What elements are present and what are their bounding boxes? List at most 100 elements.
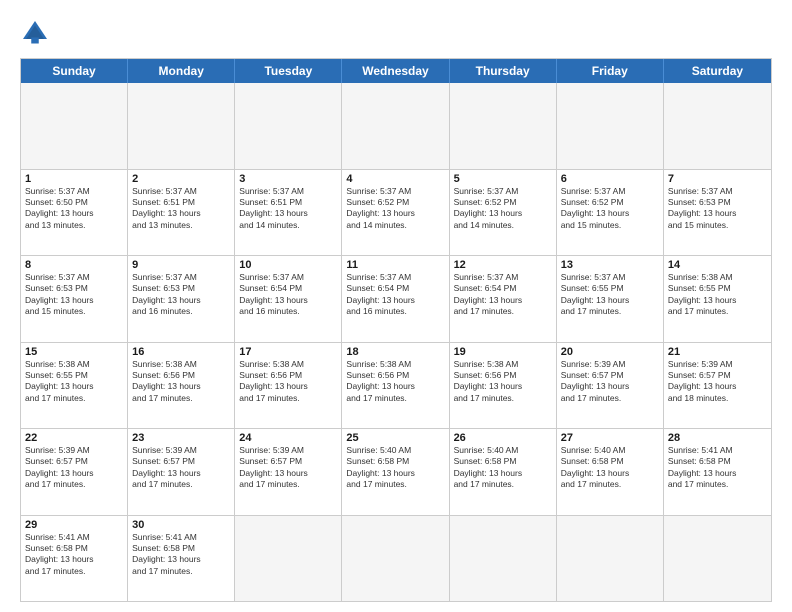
day-info: Sunrise: 5:39 AM Sunset: 6:57 PM Dayligh… (668, 359, 767, 405)
day-info: Sunrise: 5:37 AM Sunset: 6:53 PM Dayligh… (132, 272, 230, 318)
calendar-row-3: 15Sunrise: 5:38 AM Sunset: 6:55 PM Dayli… (21, 343, 771, 430)
day-number: 15 (25, 346, 123, 358)
day-info: Sunrise: 5:41 AM Sunset: 6:58 PM Dayligh… (668, 445, 767, 491)
day-info: Sunrise: 5:38 AM Sunset: 6:56 PM Dayligh… (346, 359, 444, 405)
day-info: Sunrise: 5:37 AM Sunset: 6:52 PM Dayligh… (454, 186, 552, 232)
day-number: 23 (132, 432, 230, 444)
day-info: Sunrise: 5:40 AM Sunset: 6:58 PM Dayligh… (561, 445, 659, 491)
calendar-cell: 29Sunrise: 5:41 AM Sunset: 6:58 PM Dayli… (21, 516, 128, 602)
day-number: 11 (346, 259, 444, 271)
day-number: 27 (561, 432, 659, 444)
day-header-sunday: Sunday (21, 59, 128, 83)
day-header-thursday: Thursday (450, 59, 557, 83)
calendar-cell (664, 83, 771, 169)
day-info: Sunrise: 5:38 AM Sunset: 6:56 PM Dayligh… (454, 359, 552, 405)
calendar-cell: 11Sunrise: 5:37 AM Sunset: 6:54 PM Dayli… (342, 256, 449, 342)
day-info: Sunrise: 5:39 AM Sunset: 6:57 PM Dayligh… (239, 445, 337, 491)
calendar-cell: 26Sunrise: 5:40 AM Sunset: 6:58 PM Dayli… (450, 429, 557, 515)
day-info: Sunrise: 5:41 AM Sunset: 6:58 PM Dayligh… (25, 532, 123, 578)
calendar-row-0 (21, 83, 771, 170)
day-number: 29 (25, 519, 123, 531)
day-number: 7 (668, 173, 767, 185)
day-number: 19 (454, 346, 552, 358)
day-info: Sunrise: 5:37 AM Sunset: 6:55 PM Dayligh… (561, 272, 659, 318)
calendar-cell (342, 516, 449, 602)
calendar-cell: 4Sunrise: 5:37 AM Sunset: 6:52 PM Daylig… (342, 170, 449, 256)
calendar-cell: 7Sunrise: 5:37 AM Sunset: 6:53 PM Daylig… (664, 170, 771, 256)
calendar-cell: 25Sunrise: 5:40 AM Sunset: 6:58 PM Dayli… (342, 429, 449, 515)
day-header-saturday: Saturday (664, 59, 771, 83)
page: SundayMondayTuesdayWednesdayThursdayFrid… (0, 0, 792, 612)
calendar-cell (128, 83, 235, 169)
day-info: Sunrise: 5:37 AM Sunset: 6:54 PM Dayligh… (346, 272, 444, 318)
calendar-cell: 12Sunrise: 5:37 AM Sunset: 6:54 PM Dayli… (450, 256, 557, 342)
calendar: SundayMondayTuesdayWednesdayThursdayFrid… (20, 58, 772, 602)
day-info: Sunrise: 5:38 AM Sunset: 6:56 PM Dayligh… (239, 359, 337, 405)
day-number: 22 (25, 432, 123, 444)
day-number: 6 (561, 173, 659, 185)
day-number: 10 (239, 259, 337, 271)
calendar-header: SundayMondayTuesdayWednesdayThursdayFrid… (21, 59, 771, 83)
day-info: Sunrise: 5:39 AM Sunset: 6:57 PM Dayligh… (561, 359, 659, 405)
day-number: 26 (454, 432, 552, 444)
day-number: 30 (132, 519, 230, 531)
calendar-cell (21, 83, 128, 169)
day-info: Sunrise: 5:37 AM Sunset: 6:52 PM Dayligh… (561, 186, 659, 232)
calendar-cell: 27Sunrise: 5:40 AM Sunset: 6:58 PM Dayli… (557, 429, 664, 515)
day-number: 21 (668, 346, 767, 358)
day-number: 17 (239, 346, 337, 358)
calendar-cell (450, 516, 557, 602)
logo (20, 18, 54, 48)
day-info: Sunrise: 5:41 AM Sunset: 6:58 PM Dayligh… (132, 532, 230, 578)
calendar-cell: 14Sunrise: 5:38 AM Sunset: 6:55 PM Dayli… (664, 256, 771, 342)
day-number: 24 (239, 432, 337, 444)
day-info: Sunrise: 5:40 AM Sunset: 6:58 PM Dayligh… (346, 445, 444, 491)
calendar-cell (342, 83, 449, 169)
calendar-cell (557, 83, 664, 169)
day-info: Sunrise: 5:38 AM Sunset: 6:55 PM Dayligh… (25, 359, 123, 405)
calendar-cell: 8Sunrise: 5:37 AM Sunset: 6:53 PM Daylig… (21, 256, 128, 342)
calendar-cell (235, 83, 342, 169)
day-info: Sunrise: 5:37 AM Sunset: 6:54 PM Dayligh… (454, 272, 552, 318)
calendar-row-5: 29Sunrise: 5:41 AM Sunset: 6:58 PM Dayli… (21, 516, 771, 602)
logo-icon (20, 18, 50, 48)
day-number: 16 (132, 346, 230, 358)
calendar-cell: 30Sunrise: 5:41 AM Sunset: 6:58 PM Dayli… (128, 516, 235, 602)
calendar-cell (235, 516, 342, 602)
calendar-cell (557, 516, 664, 602)
day-header-wednesday: Wednesday (342, 59, 449, 83)
day-info: Sunrise: 5:38 AM Sunset: 6:55 PM Dayligh… (668, 272, 767, 318)
day-header-friday: Friday (557, 59, 664, 83)
calendar-cell: 2Sunrise: 5:37 AM Sunset: 6:51 PM Daylig… (128, 170, 235, 256)
calendar-row-2: 8Sunrise: 5:37 AM Sunset: 6:53 PM Daylig… (21, 256, 771, 343)
calendar-cell (450, 83, 557, 169)
day-number: 12 (454, 259, 552, 271)
calendar-cell: 24Sunrise: 5:39 AM Sunset: 6:57 PM Dayli… (235, 429, 342, 515)
day-info: Sunrise: 5:37 AM Sunset: 6:50 PM Dayligh… (25, 186, 123, 232)
calendar-cell: 21Sunrise: 5:39 AM Sunset: 6:57 PM Dayli… (664, 343, 771, 429)
day-number: 18 (346, 346, 444, 358)
day-header-monday: Monday (128, 59, 235, 83)
day-number: 13 (561, 259, 659, 271)
calendar-cell: 28Sunrise: 5:41 AM Sunset: 6:58 PM Dayli… (664, 429, 771, 515)
calendar-cell (664, 516, 771, 602)
calendar-cell: 9Sunrise: 5:37 AM Sunset: 6:53 PM Daylig… (128, 256, 235, 342)
day-info: Sunrise: 5:39 AM Sunset: 6:57 PM Dayligh… (132, 445, 230, 491)
calendar-cell: 10Sunrise: 5:37 AM Sunset: 6:54 PM Dayli… (235, 256, 342, 342)
day-number: 3 (239, 173, 337, 185)
calendar-cell: 5Sunrise: 5:37 AM Sunset: 6:52 PM Daylig… (450, 170, 557, 256)
calendar-cell: 23Sunrise: 5:39 AM Sunset: 6:57 PM Dayli… (128, 429, 235, 515)
day-number: 1 (25, 173, 123, 185)
day-info: Sunrise: 5:39 AM Sunset: 6:57 PM Dayligh… (25, 445, 123, 491)
calendar-cell: 17Sunrise: 5:38 AM Sunset: 6:56 PM Dayli… (235, 343, 342, 429)
day-info: Sunrise: 5:37 AM Sunset: 6:52 PM Dayligh… (346, 186, 444, 232)
day-info: Sunrise: 5:37 AM Sunset: 6:51 PM Dayligh… (132, 186, 230, 232)
calendar-cell: 15Sunrise: 5:38 AM Sunset: 6:55 PM Dayli… (21, 343, 128, 429)
day-number: 9 (132, 259, 230, 271)
calendar-cell: 13Sunrise: 5:37 AM Sunset: 6:55 PM Dayli… (557, 256, 664, 342)
day-info: Sunrise: 5:37 AM Sunset: 6:53 PM Dayligh… (25, 272, 123, 318)
day-number: 14 (668, 259, 767, 271)
day-number: 4 (346, 173, 444, 185)
day-number: 28 (668, 432, 767, 444)
day-info: Sunrise: 5:37 AM Sunset: 6:54 PM Dayligh… (239, 272, 337, 318)
